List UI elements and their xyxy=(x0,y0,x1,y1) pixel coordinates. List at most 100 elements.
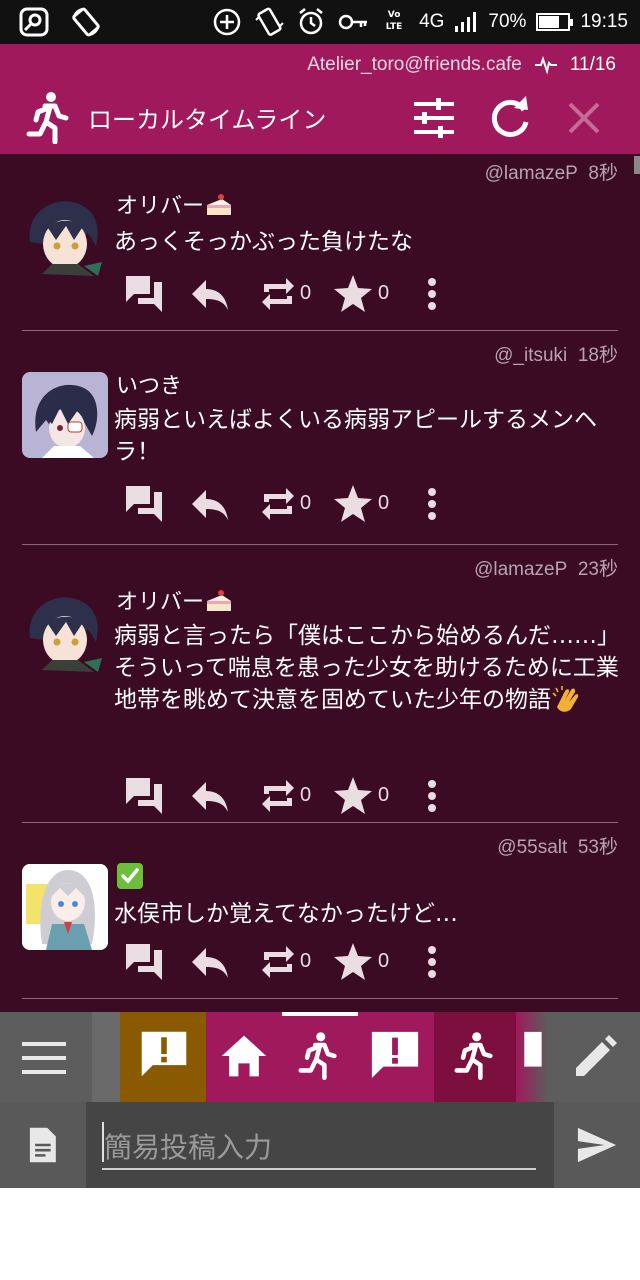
status-divider xyxy=(22,330,618,331)
more-options-icon[interactable] xyxy=(422,482,442,526)
status-actions: 0 0 xyxy=(122,482,452,530)
account-name: Atelier_toro@friends.cafe xyxy=(307,54,522,75)
activity-pulse-icon xyxy=(534,55,557,75)
status-author[interactable]: オリバー xyxy=(116,584,234,616)
boost-icon[interactable] xyxy=(258,482,298,526)
column-position: 11/16 xyxy=(569,54,616,75)
send-icon[interactable] xyxy=(576,1124,618,1166)
status-item[interactable]: @lamazeP 8秒 オリバー あっくそっかぶった負けたな 0 0 xyxy=(22,158,620,328)
tab-group-selected xyxy=(206,1012,434,1102)
status-time: 53秒 xyxy=(577,837,618,858)
status-author[interactable] xyxy=(116,862,144,892)
notification-bubble-icon xyxy=(141,1031,187,1077)
vpn-key-icon xyxy=(338,14,368,30)
tab-local-partial[interactable] xyxy=(92,1012,120,1102)
avatar-oliver[interactable] xyxy=(22,192,108,278)
check-mark-icon xyxy=(117,863,143,889)
app-root: Vo LTE 4G 70% 19:15 Atelier_toro@friends… xyxy=(0,0,640,1280)
boost-icon[interactable] xyxy=(258,774,298,818)
favourite-star-icon[interactable] xyxy=(332,940,374,984)
display-name: オリバー xyxy=(116,194,205,219)
more-options-icon[interactable] xyxy=(422,774,442,818)
reply-icon[interactable] xyxy=(188,272,232,316)
boost-count: 0 xyxy=(300,492,312,514)
battery-percent: 70% xyxy=(488,11,527,32)
status-item[interactable]: @lamazeP 23秒 オリバー 病弱と言ったら「僕はここから始めるんだ……」… xyxy=(22,554,620,820)
conversation-icon[interactable] xyxy=(122,940,168,984)
reply-icon[interactable] xyxy=(188,940,232,984)
avatar-image xyxy=(22,192,108,278)
favourite-star-icon[interactable] xyxy=(332,774,374,818)
document-icon[interactable] xyxy=(26,1126,58,1164)
home-icon[interactable] xyxy=(218,1030,270,1082)
column-header: Atelier_toro@friends.cafe 11/16 ローカルタイムラ… xyxy=(0,44,640,154)
avatar-oliver[interactable] xyxy=(22,588,108,674)
status-content: 水俣市しか覚えてなかったけど… xyxy=(114,901,458,927)
avatar-salt[interactable] xyxy=(22,864,108,950)
quick-post-placeholder: 簡易投稿入力 xyxy=(104,1131,273,1164)
key-app-icon xyxy=(19,7,49,37)
boost-icon[interactable] xyxy=(258,272,298,316)
avatar-itsuki[interactable] xyxy=(22,372,108,458)
status-divider xyxy=(22,544,618,545)
status-time: 18秒 xyxy=(577,345,618,366)
boost-icon[interactable] xyxy=(258,940,298,984)
local-timeline-runner-icon xyxy=(26,92,69,144)
status-meta: @lamazeP 8秒 xyxy=(485,158,618,185)
status-actions: 0 0 xyxy=(122,272,452,320)
volte-icon: Vo LTE xyxy=(379,7,409,37)
reply-icon[interactable] xyxy=(188,482,232,526)
tab-partial-right[interactable] xyxy=(516,1012,548,1102)
status-acct[interactable]: @lamazeP xyxy=(485,163,578,184)
local-timeline-runner-icon[interactable] xyxy=(298,1028,338,1082)
more-options-icon[interactable] xyxy=(422,272,442,316)
status-meta: @_itsuki 18秒 xyxy=(494,340,618,367)
close-column-icon[interactable] xyxy=(558,92,610,144)
more-options-icon[interactable] xyxy=(422,940,442,984)
battery-fill xyxy=(539,16,560,28)
status-item[interactable]: @_itsuki 18秒 いつき 病弱といえばよくいる病弱アピールするメンヘラ！… xyxy=(22,340,620,540)
signal-icon xyxy=(455,12,477,32)
column-settings-icon[interactable] xyxy=(408,92,460,144)
notification-bubble-icon[interactable] xyxy=(368,1028,422,1082)
status-actions: 0 0 xyxy=(122,940,452,988)
reply-icon[interactable] xyxy=(188,774,232,818)
reload-icon[interactable] xyxy=(484,92,536,144)
status-content: 病弱と言ったら「僕はここから始めるんだ……」そういって喘息を患った少女を助けるた… xyxy=(114,620,620,716)
conversation-icon[interactable] xyxy=(122,774,168,818)
tab-local-dark[interactable] xyxy=(434,1012,516,1102)
column-scroll-indicator xyxy=(282,1012,358,1016)
boost-count: 0 xyxy=(300,784,312,806)
status-author[interactable]: いつき xyxy=(116,368,182,400)
alarm-icon xyxy=(299,8,323,35)
hamburger-menu-icon xyxy=(22,1042,66,1074)
favourite-count: 0 xyxy=(378,784,390,806)
status-divider xyxy=(22,998,618,999)
timeline-list[interactable]: @lamazeP 8秒 オリバー あっくそっかぶった負けたな 0 0 @_its… xyxy=(0,154,640,1012)
column-title-row: ローカルタイムライン xyxy=(0,88,640,150)
boost-count: 0 xyxy=(300,282,312,304)
cake-icon xyxy=(207,590,232,611)
status-acct[interactable]: @_itsuki xyxy=(494,345,567,366)
pencil-icon xyxy=(576,1035,617,1076)
status-text: 病弱と言ったら「僕はここから始めるんだ……」そういって喘息を患った少女を助けるた… xyxy=(114,623,620,713)
compose-button[interactable] xyxy=(548,1012,640,1102)
conversation-icon[interactable] xyxy=(122,482,168,526)
volte-label: Vo LTE xyxy=(385,10,403,32)
tab-notifications-orange[interactable] xyxy=(120,1012,206,1102)
avatar-image xyxy=(22,864,108,950)
status-acct[interactable]: @55salt xyxy=(497,837,567,858)
favourite-count: 0 xyxy=(378,950,390,972)
favourite-star-icon[interactable] xyxy=(332,482,374,526)
auto-rotate-icon xyxy=(72,7,100,37)
favourite-star-icon[interactable] xyxy=(332,272,374,316)
boost-count: 0 xyxy=(300,950,312,972)
column-title: ローカルタイムライン xyxy=(88,106,327,134)
quick-post-input[interactable]: 簡易投稿入力 xyxy=(86,1102,554,1188)
menu-button[interactable] xyxy=(0,1012,92,1102)
conversation-icon[interactable] xyxy=(122,272,168,316)
scroll-indicator[interactable] xyxy=(634,156,640,174)
status-acct[interactable]: @lamazeP xyxy=(474,559,567,580)
status-author[interactable]: オリバー xyxy=(116,188,234,220)
status-item[interactable]: @55salt 53秒 水俣市しか覚えてなかったけど… 0 0 xyxy=(22,832,620,1002)
